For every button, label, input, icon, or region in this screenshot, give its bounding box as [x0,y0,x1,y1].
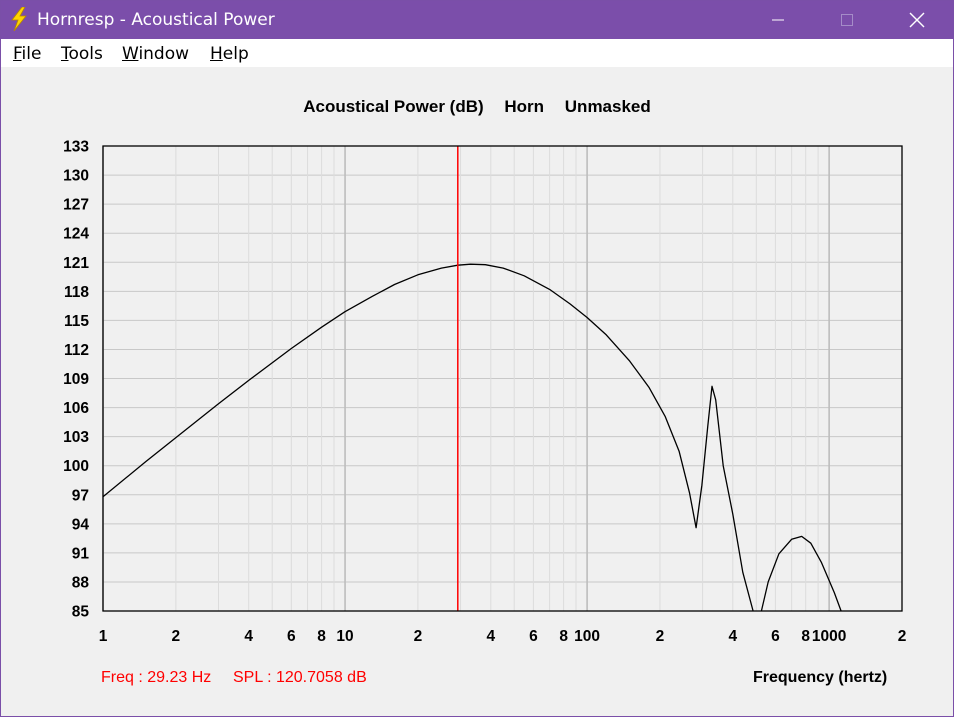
y-tick-label: 118 [64,284,89,301]
y-tick-label: 127 [63,197,89,214]
y-tick-label: 106 [63,400,89,417]
x-tick-label: 2 [414,628,423,645]
frequency-readout: Freq : 29.23 Hz [101,669,212,686]
x-tick-label: 2 [898,628,907,645]
y-tick-label: 133 [63,139,89,156]
x-tick-label: 4 [486,628,495,645]
response-curve [102,263,842,612]
y-tick-label: 94 [72,516,90,533]
x-tick-label: 8 [801,628,810,645]
x-tick-label: 10 [336,628,353,645]
y-axis-ticks: 133 130 127 124 121 118 115 112 109 106 103 100 97 94… [63,139,89,621]
y-tick-label: 100 [63,458,89,475]
x-tick-label: 2 [656,628,665,645]
x-tick-label: 100 [574,628,600,645]
x-tick-label: 1 [99,628,108,645]
y-tick-label: 115 [64,313,89,330]
y-tick-label: 112 [64,342,89,359]
x-tick-label: 2 [172,628,181,645]
x-axis-label: Frequency (hertz) [753,669,888,686]
x-tick-label: 6 [529,628,538,645]
x-tick-label: 8 [559,628,568,645]
y-tick-label: 85 [72,604,90,621]
y-tick-label: 109 [63,371,89,388]
acoustical-power-chart[interactable]: 1331301271241211181151121091061031009794… [0,0,954,717]
x-tick-label: 6 [287,628,296,645]
y-tick-label: 97 [72,487,89,504]
x-tick-label: 4 [244,628,253,645]
x-tick-label: 4 [729,628,738,645]
y-tick-label: 88 [72,574,90,591]
y-tick-label: 103 [63,429,89,446]
x-tick-label: 8 [317,628,326,645]
grid-lines [102,145,903,612]
y-tick-label: 91 [72,545,90,562]
x-axis-ticks: 1 2 4 6 8 10 2 4 6 8 100 2 4 6 8 1000 2 [99,628,907,645]
y-tick-label: 121 [63,255,89,272]
spl-readout: SPL : 120.7058 dB [233,669,367,686]
curve-segment [102,263,754,612]
y-tick-label: 124 [63,226,89,243]
y-tick-label: 130 [63,168,89,185]
x-tick-label: 6 [771,628,780,645]
x-tick-label: 1000 [812,628,846,645]
